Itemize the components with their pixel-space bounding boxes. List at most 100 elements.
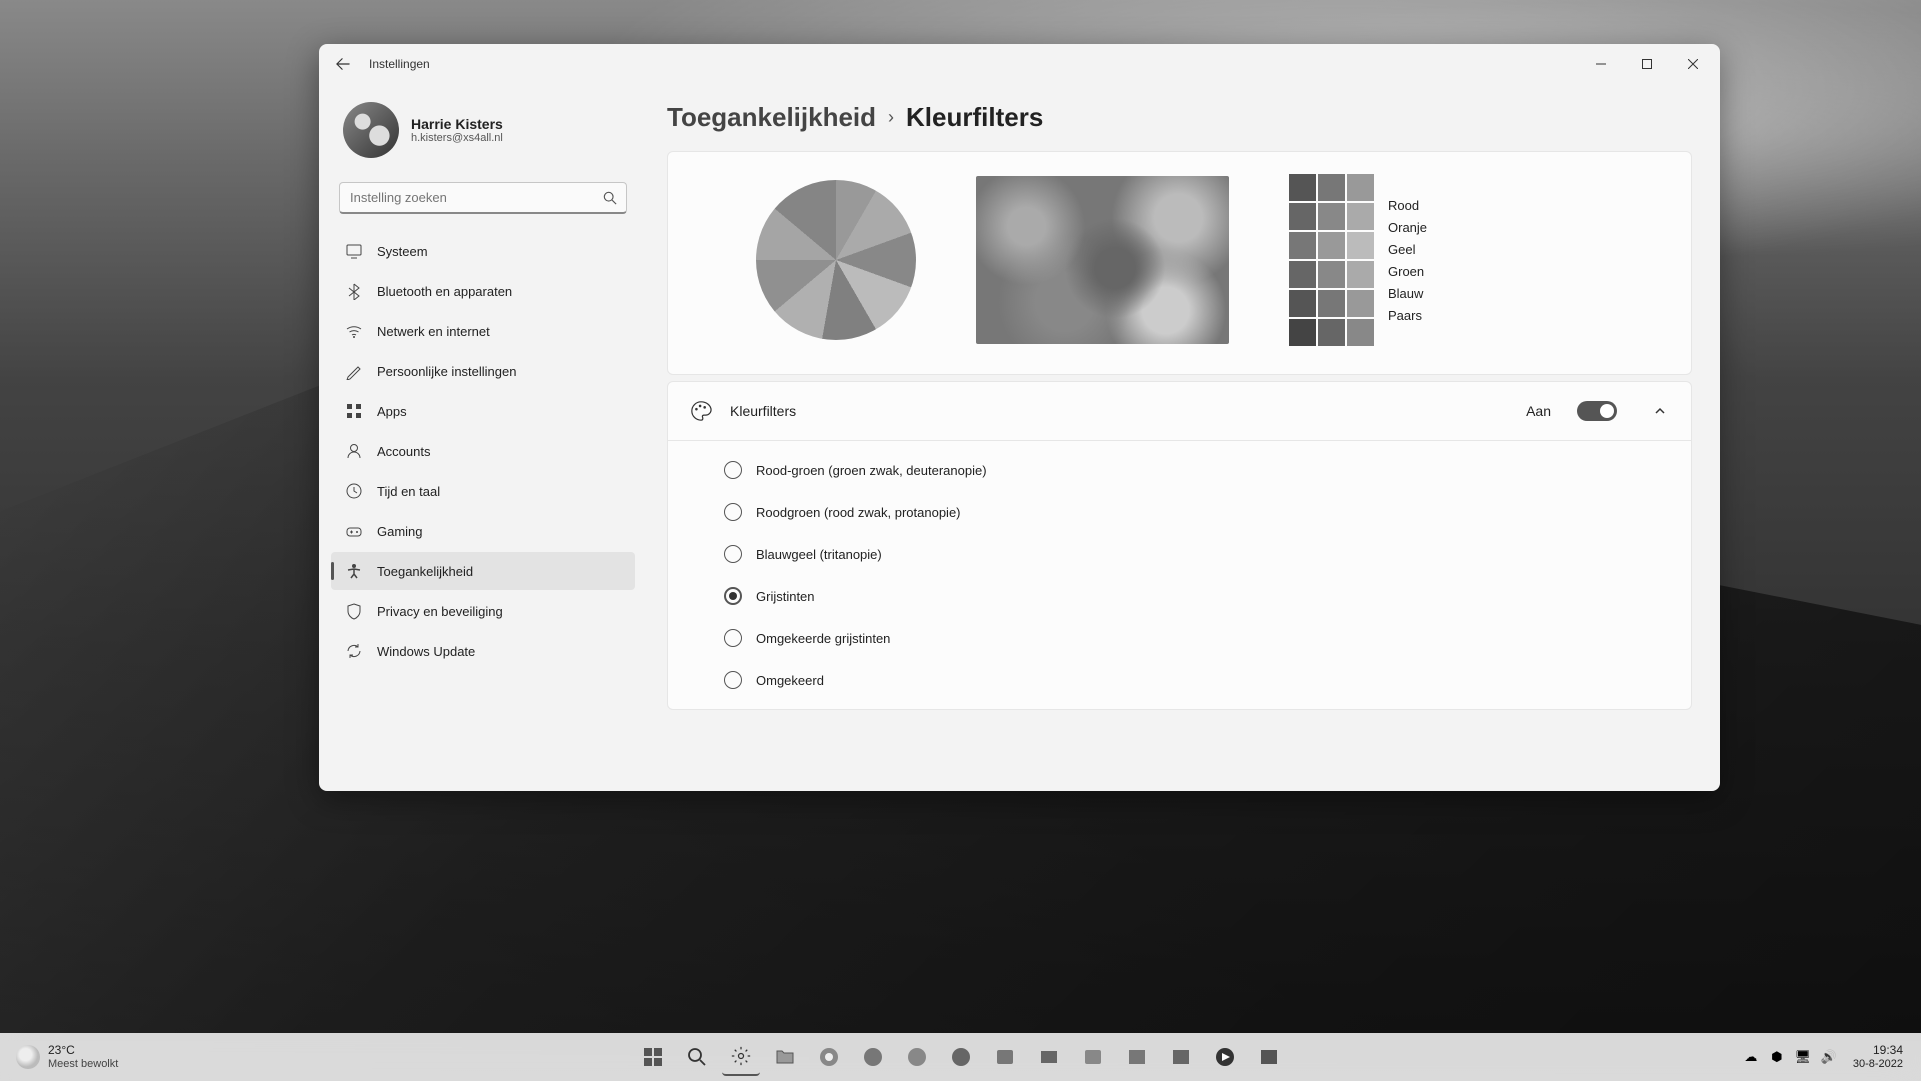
- sidebar-item-clock[interactable]: Tijd en taal: [331, 472, 635, 510]
- taskbar-media[interactable]: [1206, 1038, 1244, 1076]
- sidebar-item-label: Toegankelijkheid: [377, 564, 473, 579]
- filter-option[interactable]: Grijstinten: [668, 575, 1691, 617]
- titlebar: Instellingen: [319, 44, 1720, 84]
- sidebar-item-brush[interactable]: Persoonlijke instellingen: [331, 352, 635, 390]
- filter-option[interactable]: Omgekeerde grijstinten: [668, 617, 1691, 659]
- taskbar-app-7[interactable]: [1250, 1038, 1288, 1076]
- avatar: [343, 102, 399, 158]
- tray-app[interactable]: ⬢: [1767, 1047, 1787, 1067]
- color-label: Oranje: [1388, 220, 1427, 235]
- minimize-icon: [1596, 59, 1606, 69]
- taskbar-app-4[interactable]: [1074, 1038, 1112, 1076]
- profile-email: h.kisters@xs4all.nl: [411, 132, 503, 144]
- filter-options: Rood-groen (groen zwak, deuteranopie)Roo…: [668, 440, 1691, 709]
- gear-icon: [731, 1046, 751, 1066]
- sidebar-item-label: Netwerk en internet: [377, 324, 490, 339]
- taskbar-app-3[interactable]: [1030, 1038, 1068, 1076]
- expand-button[interactable]: [1651, 405, 1669, 417]
- colorfilter-toggle-row: Kleurfilters Aan: [668, 382, 1691, 440]
- clock-icon: [345, 482, 363, 500]
- taskbar-chrome[interactable]: [810, 1038, 848, 1076]
- preview-card: RoodOranjeGeelGroenBlauwPaars: [667, 151, 1692, 375]
- filter-option[interactable]: Roodgroen (rood zwak, protanopie): [668, 491, 1691, 533]
- app-icon: [1039, 1047, 1059, 1067]
- profile-block[interactable]: Harrie Kisters h.kisters@xs4all.nl: [331, 92, 639, 168]
- radio-icon: [724, 671, 742, 689]
- sidebar-item-label: Bluetooth en apparaten: [377, 284, 512, 299]
- window-title: Instellingen: [369, 57, 430, 71]
- breadcrumb-parent[interactable]: Toegankelijkheid: [667, 102, 876, 133]
- search-input[interactable]: [339, 182, 627, 214]
- monitor-icon: [345, 242, 363, 260]
- sidebar-item-wifi[interactable]: Netwerk en internet: [331, 312, 635, 350]
- sidebar-item-accessibility[interactable]: Toegankelijkheid: [331, 552, 635, 590]
- color-label: Groen: [1388, 264, 1427, 279]
- colorfilter-toggle[interactable]: [1577, 401, 1617, 421]
- back-button[interactable]: [323, 46, 363, 82]
- play-icon: [1215, 1047, 1235, 1067]
- app-icon: [1083, 1047, 1103, 1067]
- clock-time: 19:34: [1873, 1043, 1903, 1057]
- taskbar-app-1[interactable]: [942, 1038, 980, 1076]
- taskbar-center: [634, 1038, 1288, 1076]
- palette-icon: [690, 400, 712, 422]
- breadcrumb: Toegankelijkheid › Kleurfilters: [667, 102, 1692, 133]
- windows-icon: [643, 1047, 663, 1067]
- wifi-icon: [345, 322, 363, 340]
- settings-window: Instellingen Harrie Kisters h.kisters@xs…: [319, 44, 1720, 791]
- taskbar-firefox[interactable]: [898, 1038, 936, 1076]
- taskbar-search[interactable]: [678, 1038, 716, 1076]
- folder-icon: [775, 1047, 795, 1067]
- close-icon: [1688, 59, 1698, 69]
- taskbar-edge[interactable]: [854, 1038, 892, 1076]
- taskbar-explorer[interactable]: [766, 1038, 804, 1076]
- sidebar-item-label: Persoonlijke instellingen: [377, 364, 516, 379]
- chevron-right-icon: ›: [888, 107, 894, 128]
- radio-icon: [724, 587, 742, 605]
- sidebar-item-shield[interactable]: Privacy en beveiliging: [331, 592, 635, 630]
- start-button[interactable]: [634, 1038, 672, 1076]
- sidebar-item-label: Tijd en taal: [377, 484, 440, 499]
- close-button[interactable]: [1670, 46, 1716, 82]
- tray-network[interactable]: 🖥: [1793, 1047, 1813, 1067]
- sidebar-item-update[interactable]: Windows Update: [331, 632, 635, 670]
- taskbar: 23°C Meest bewolkt ☁ ⬢ 🖥 🔊 19:34 30-8-20…: [0, 1033, 1921, 1081]
- swatch-preview: RoodOranjeGeelGroenBlauwPaars: [1289, 174, 1427, 346]
- search-icon: [603, 191, 617, 205]
- sidebar-item-gamepad[interactable]: Gaming: [331, 512, 635, 550]
- filter-option[interactable]: Omgekeerd: [668, 659, 1691, 701]
- color-label: Geel: [1388, 242, 1427, 257]
- maximize-button[interactable]: [1624, 46, 1670, 82]
- weather-condition: Meest bewolkt: [48, 1058, 118, 1071]
- color-label: Rood: [1388, 198, 1427, 213]
- taskbar-settings[interactable]: [722, 1038, 760, 1076]
- filter-option[interactable]: Blauwgeel (tritanopie): [668, 533, 1691, 575]
- sidebar-item-monitor[interactable]: Systeem: [331, 232, 635, 270]
- photo-preview: [976, 176, 1229, 344]
- radio-icon: [724, 629, 742, 647]
- weather-widget[interactable]: 23°C Meest bewolkt: [8, 1043, 118, 1071]
- brush-icon: [345, 362, 363, 380]
- radio-icon: [724, 503, 742, 521]
- taskbar-app-6[interactable]: [1162, 1038, 1200, 1076]
- weather-temp: 23°C: [48, 1043, 118, 1057]
- search-icon: [687, 1047, 707, 1067]
- sidebar-item-person[interactable]: Accounts: [331, 432, 635, 470]
- tray-volume[interactable]: 🔊: [1819, 1047, 1839, 1067]
- filter-card: Kleurfilters Aan Rood-groen (groen zwak,…: [667, 381, 1692, 710]
- taskbar-clock[interactable]: 19:34 30-8-2022: [1853, 1043, 1903, 1071]
- chevron-up-icon: [1654, 405, 1666, 417]
- sidebar-item-bluetooth[interactable]: Bluetooth en apparaten: [331, 272, 635, 310]
- sidebar-item-label: Gaming: [377, 524, 423, 539]
- chrome-icon: [819, 1047, 839, 1067]
- radio-icon: [724, 461, 742, 479]
- minimize-button[interactable]: [1578, 46, 1624, 82]
- tray-onedrive[interactable]: ☁: [1741, 1047, 1761, 1067]
- filter-option[interactable]: Rood-groen (groen zwak, deuteranopie): [668, 449, 1691, 491]
- main-content: Toegankelijkheid › Kleurfilters: [639, 84, 1720, 791]
- sidebar-item-apps[interactable]: Apps: [331, 392, 635, 430]
- color-label: Paars: [1388, 308, 1427, 323]
- taskbar-app-2[interactable]: [986, 1038, 1024, 1076]
- accessibility-icon: [345, 562, 363, 580]
- taskbar-app-5[interactable]: [1118, 1038, 1156, 1076]
